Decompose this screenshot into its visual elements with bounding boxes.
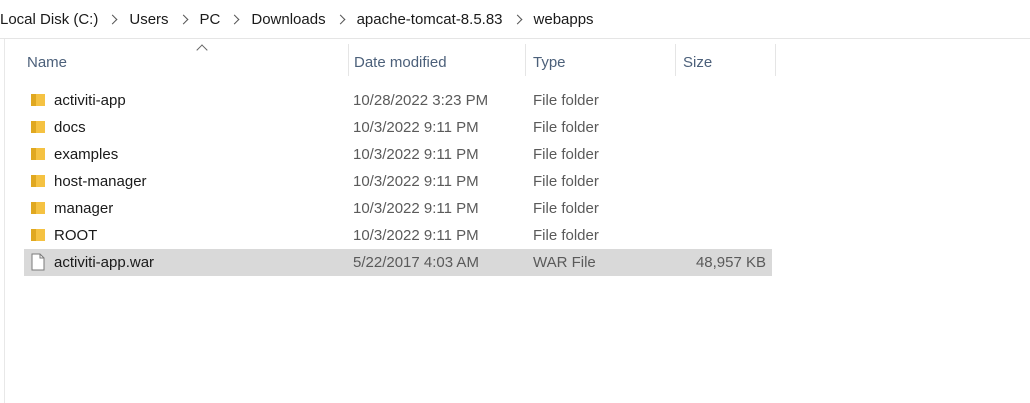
file-name: manager [54, 200, 114, 217]
file-row-activiti-app-war[interactable]: activiti-app.war 5/22/2017 4:03 AM WAR F… [24, 249, 772, 276]
file-row-activiti-app[interactable]: activiti-app 10/28/2022 3:23 PM File fol… [24, 87, 772, 114]
file-type: File folder [533, 92, 599, 109]
chevron-right-icon[interactable] [178, 14, 188, 24]
column-header-type[interactable]: Type [528, 44, 673, 84]
folder-icon [31, 229, 45, 241]
file-date: 10/3/2022 9:11 PM [353, 200, 479, 217]
file-name: docs [54, 119, 86, 136]
file-type: File folder [533, 146, 599, 163]
chevron-right-icon[interactable] [335, 14, 346, 24]
column-header-row: Name Date modified Type Size [22, 44, 777, 84]
folder-icon [31, 121, 45, 133]
file-size: 48,957 KB [695, 254, 766, 271]
column-header-date-label: Date modified [354, 54, 447, 71]
folder-icon [31, 202, 45, 214]
file-date: 10/3/2022 9:11 PM [353, 146, 479, 163]
column-header-name[interactable]: Name [22, 44, 347, 84]
file-name: host-manager [54, 173, 147, 190]
file-type: File folder [533, 173, 599, 190]
file-type: WAR File [533, 254, 596, 271]
breadcrumb-webapps[interactable]: webapps [534, 11, 594, 28]
file-row-docs[interactable]: docs 10/3/2022 9:11 PM File folder [24, 114, 772, 141]
file-type: File folder [533, 119, 599, 136]
chevron-right-icon[interactable] [229, 14, 240, 24]
file-type: File folder [533, 200, 599, 217]
file-date: 10/3/2022 9:11 PM [353, 227, 479, 244]
breadcrumb: Local Disk (C:) Users PC Downloads apach… [0, 0, 1030, 39]
file-type: File folder [533, 227, 599, 244]
folder-icon [31, 148, 45, 160]
folder-icon [31, 175, 45, 187]
breadcrumb-downloads[interactable]: Downloads [251, 11, 325, 28]
breadcrumb-users[interactable]: Users [129, 11, 168, 28]
file-name: activiti-app.war [54, 254, 155, 271]
column-header-size[interactable]: Size [678, 44, 773, 84]
column-header-type-label: Type [533, 54, 566, 71]
file-name: activiti-app [54, 92, 126, 109]
column-resize-handle[interactable] [525, 44, 526, 76]
file-row-host-manager[interactable]: host-manager 10/3/2022 9:11 PM File fold… [24, 168, 772, 195]
breadcrumb-pc[interactable]: PC [200, 11, 221, 28]
file-row-manager[interactable]: manager 10/3/2022 9:11 PM File folder [24, 195, 772, 222]
breadcrumb-local-disk[interactable]: Local Disk (C:) [0, 11, 98, 28]
pane-divider [4, 39, 5, 403]
chevron-right-icon[interactable] [512, 14, 522, 24]
file-date: 10/3/2022 9:11 PM [353, 119, 479, 136]
file-date: 10/28/2022 3:23 PM [353, 92, 489, 109]
file-name: examples [54, 146, 119, 163]
file-list: activiti-app 10/28/2022 3:23 PM File fol… [24, 87, 772, 276]
file-name: ROOT [54, 227, 98, 244]
column-header-size-label: Size [683, 54, 713, 71]
file-row-examples[interactable]: examples 10/3/2022 9:11 PM File folder [24, 141, 772, 168]
file-row-root[interactable]: ROOT 10/3/2022 9:11 PM File folder [24, 222, 772, 249]
column-header-date[interactable]: Date modified [349, 44, 524, 84]
breadcrumb-apache-tomcat[interactable]: apache-tomcat-8.5.83 [357, 11, 503, 28]
column-header-name-label: Name [27, 54, 68, 71]
chevron-right-icon[interactable] [107, 14, 118, 24]
file-date: 5/22/2017 4:03 AM [353, 254, 479, 271]
column-resize-handle[interactable] [675, 44, 676, 76]
column-resize-handle[interactable] [775, 44, 776, 76]
folder-icon [31, 94, 45, 106]
file-date: 10/3/2022 9:11 PM [353, 173, 479, 190]
file-icon [31, 253, 45, 271]
